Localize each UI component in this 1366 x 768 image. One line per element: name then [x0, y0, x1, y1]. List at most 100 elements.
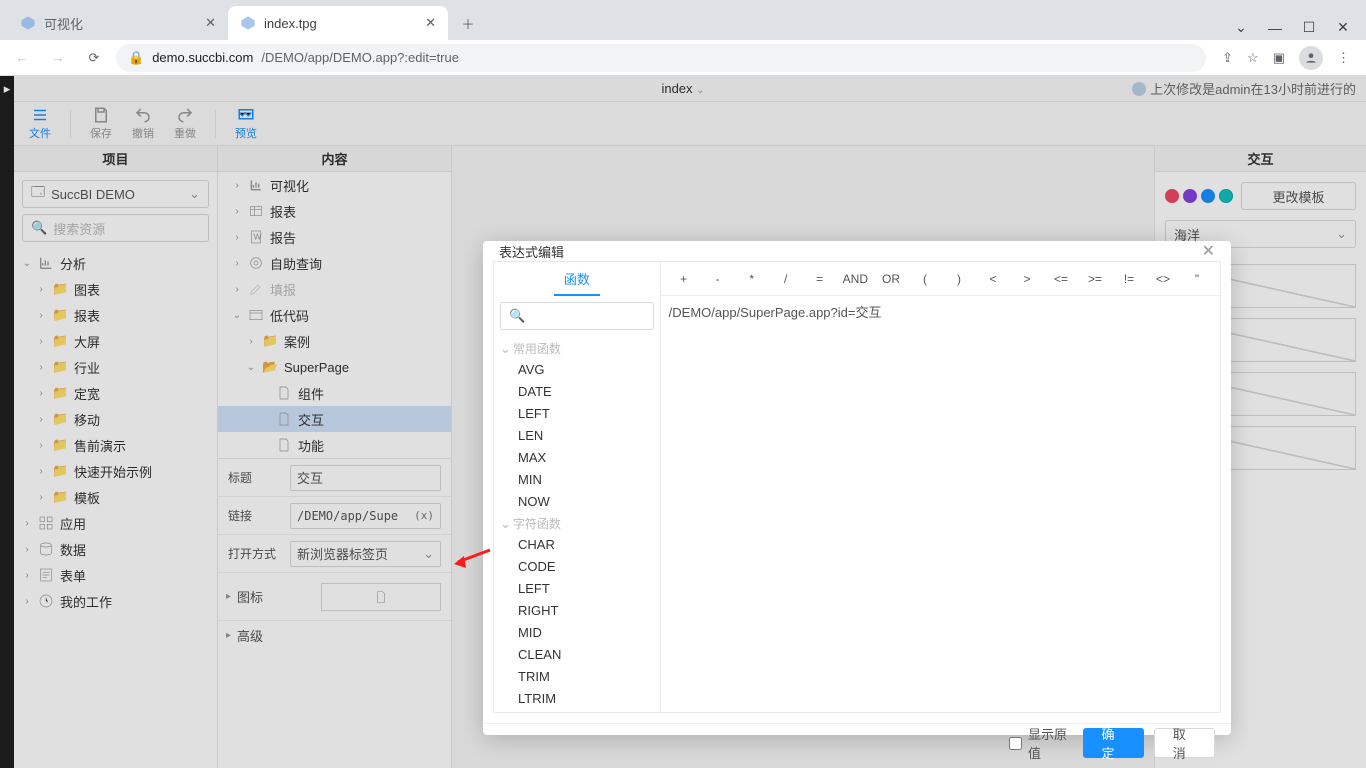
operator-<=[interactable]: <= — [1046, 270, 1076, 288]
maximize-icon[interactable]: ☐ — [1294, 19, 1324, 36]
tree-data[interactable]: ›数据 — [22, 536, 209, 562]
tree-apps[interactable]: ›应用 — [22, 510, 209, 536]
tree-industry[interactable]: ›📁行业 — [22, 354, 209, 380]
function-item[interactable]: MID — [494, 622, 660, 644]
undo-button[interactable]: 撤销 — [123, 104, 163, 144]
content-superpage[interactable]: ⌄📂SuperPage — [218, 354, 451, 380]
project-selector[interactable]: 🗔SuccBI DEMO ⌄ — [22, 180, 209, 208]
expand-handle[interactable]: ▸ — [0, 76, 14, 102]
operator-OR[interactable]: OR — [876, 270, 906, 288]
operator-)[interactable]: ) — [944, 270, 974, 288]
function-item[interactable]: AVG — [494, 359, 660, 381]
ok-button[interactable]: 确定 — [1083, 728, 1144, 758]
expression-textarea[interactable]: /DEMO/app/SuperPage.app?id=交互 — [661, 296, 1220, 712]
function-item[interactable]: CHAR — [494, 534, 660, 556]
function-tab[interactable]: 函数 — [554, 262, 600, 296]
operator-"[interactable]: " — [1182, 270, 1212, 288]
content-case[interactable]: ›📁案例 — [218, 328, 451, 354]
function-group[interactable]: ⌄字符函数 — [494, 513, 660, 534]
minimize-icon[interactable]: ― — [1260, 20, 1290, 36]
fx-button[interactable]: (x) — [414, 509, 434, 522]
content-func[interactable]: 功能 — [218, 432, 451, 458]
function-item[interactable]: MAX — [494, 447, 660, 469]
close-window-icon[interactable]: ✕ — [1328, 19, 1358, 36]
function-item[interactable]: NOW — [494, 491, 660, 513]
operator-!=[interactable]: != — [1114, 270, 1144, 288]
content-reporttbl[interactable]: ›报表 — [218, 198, 451, 224]
link-input[interactable]: /DEMO/app/Supe(x) — [290, 503, 441, 529]
content-lowcode[interactable]: ⌄低代码 — [218, 302, 451, 328]
icon-section[interactable]: ▸图标 — [218, 573, 451, 621]
operator-<[interactable]: < — [978, 270, 1008, 288]
close-icon[interactable]: ✕ — [425, 15, 436, 31]
tree-mobile[interactable]: ›📁移动 — [22, 406, 209, 432]
function-search[interactable]: 🔍 — [500, 302, 654, 330]
open-select[interactable]: 新浏览器标签页⌄ — [290, 541, 441, 567]
content-report[interactable]: ›W报告 — [218, 224, 451, 250]
url-field[interactable]: 🔒 demo.succbi.com/DEMO/app/DEMO.app?:edi… — [116, 44, 1206, 72]
function-item[interactable]: DATE — [494, 381, 660, 403]
tree-analysis[interactable]: ⌄分析 — [22, 250, 209, 276]
function-item[interactable]: CODE — [494, 556, 660, 578]
tree-quickstart[interactable]: ›📁快速开始示例 — [22, 458, 209, 484]
new-tab-button[interactable]: ＋ — [454, 9, 482, 37]
content-interact[interactable]: 交互 — [218, 406, 451, 432]
operator-<>[interactable]: <> — [1148, 270, 1178, 288]
save-button[interactable]: 保存 — [81, 104, 121, 144]
operator-+[interactable]: + — [669, 270, 699, 288]
operator-/[interactable]: / — [771, 270, 801, 288]
panel-icon[interactable]: ▣ — [1273, 50, 1285, 66]
tree-mywork[interactable]: ›我的工作 — [22, 588, 209, 614]
function-item[interactable]: LEN — [494, 425, 660, 447]
advanced-section[interactable]: ▸高级 — [218, 621, 451, 649]
browser-tab-2[interactable]: index.tpg ✕ — [228, 6, 448, 40]
tree-template[interactable]: ›📁模板 — [22, 484, 209, 510]
function-item[interactable]: LTRIM — [494, 688, 660, 710]
tree-charts[interactable]: ›📁图表 — [22, 276, 209, 302]
close-icon[interactable]: ✕ — [1202, 241, 1215, 261]
function-item[interactable]: MIN — [494, 469, 660, 491]
function-group[interactable]: ⌄常用函数 — [494, 338, 660, 359]
file-button[interactable]: 文件 — [20, 104, 60, 144]
operator-*[interactable]: * — [737, 270, 767, 288]
operator->=[interactable]: >= — [1080, 270, 1110, 288]
chevron-down-icon[interactable]: ⌄ — [1226, 19, 1256, 36]
operator-([interactable]: ( — [910, 270, 940, 288]
content-visual[interactable]: ›可视化 — [218, 172, 451, 198]
change-template-button[interactable]: 更改模板 — [1241, 182, 1356, 210]
show-raw-checkbox[interactable]: 显示原值 — [1009, 724, 1072, 762]
content-selfquery[interactable]: ›自助查询 — [218, 250, 451, 276]
function-item[interactable]: LEFT — [494, 403, 660, 425]
tree-bigscreen[interactable]: ›📁大屏 — [22, 328, 209, 354]
redo-button[interactable]: 重做 — [165, 104, 205, 144]
back-button[interactable]: ← — [8, 44, 36, 72]
browser-tab-1[interactable]: 可视化 ✕ — [8, 6, 228, 40]
function-item[interactable]: TRIM — [494, 666, 660, 688]
operator->[interactable]: > — [1012, 270, 1042, 288]
menu-icon[interactable]: ⋮ — [1337, 50, 1350, 66]
operator--[interactable]: - — [703, 270, 733, 288]
reload-button[interactable]: ⟳ — [80, 44, 108, 72]
function-item[interactable]: RIGHT — [494, 600, 660, 622]
preview-button[interactable]: 预览 — [226, 104, 266, 144]
operator-AND[interactable]: AND — [839, 270, 872, 288]
function-item[interactable]: CLEAN — [494, 644, 660, 666]
function-item[interactable]: LEFT — [494, 578, 660, 600]
content-fill[interactable]: ›填报 — [218, 276, 451, 302]
tree-reports[interactable]: ›📁报表 — [22, 302, 209, 328]
operator-=[interactable]: = — [805, 270, 835, 288]
share-icon[interactable]: ⇪ — [1222, 50, 1233, 66]
profile-avatar[interactable] — [1299, 46, 1323, 70]
tree-presale[interactable]: ›📁售前演示 — [22, 432, 209, 458]
star-icon[interactable]: ☆ — [1247, 50, 1259, 66]
icon-picker[interactable] — [321, 583, 441, 611]
close-icon[interactable]: ✕ — [205, 15, 216, 31]
cancel-button[interactable]: 取消 — [1154, 728, 1215, 758]
search-input[interactable]: 🔍 搜索资源 — [22, 214, 209, 242]
tree-forms[interactable]: ›表单 — [22, 562, 209, 588]
tree-fixed[interactable]: ›📁定宽 — [22, 380, 209, 406]
content-comp[interactable]: 组件 — [218, 380, 451, 406]
forward-button[interactable]: → — [44, 44, 72, 72]
chevron-down-icon[interactable]: ⌄ — [696, 85, 704, 96]
title-input[interactable]: 交互 — [290, 465, 441, 491]
